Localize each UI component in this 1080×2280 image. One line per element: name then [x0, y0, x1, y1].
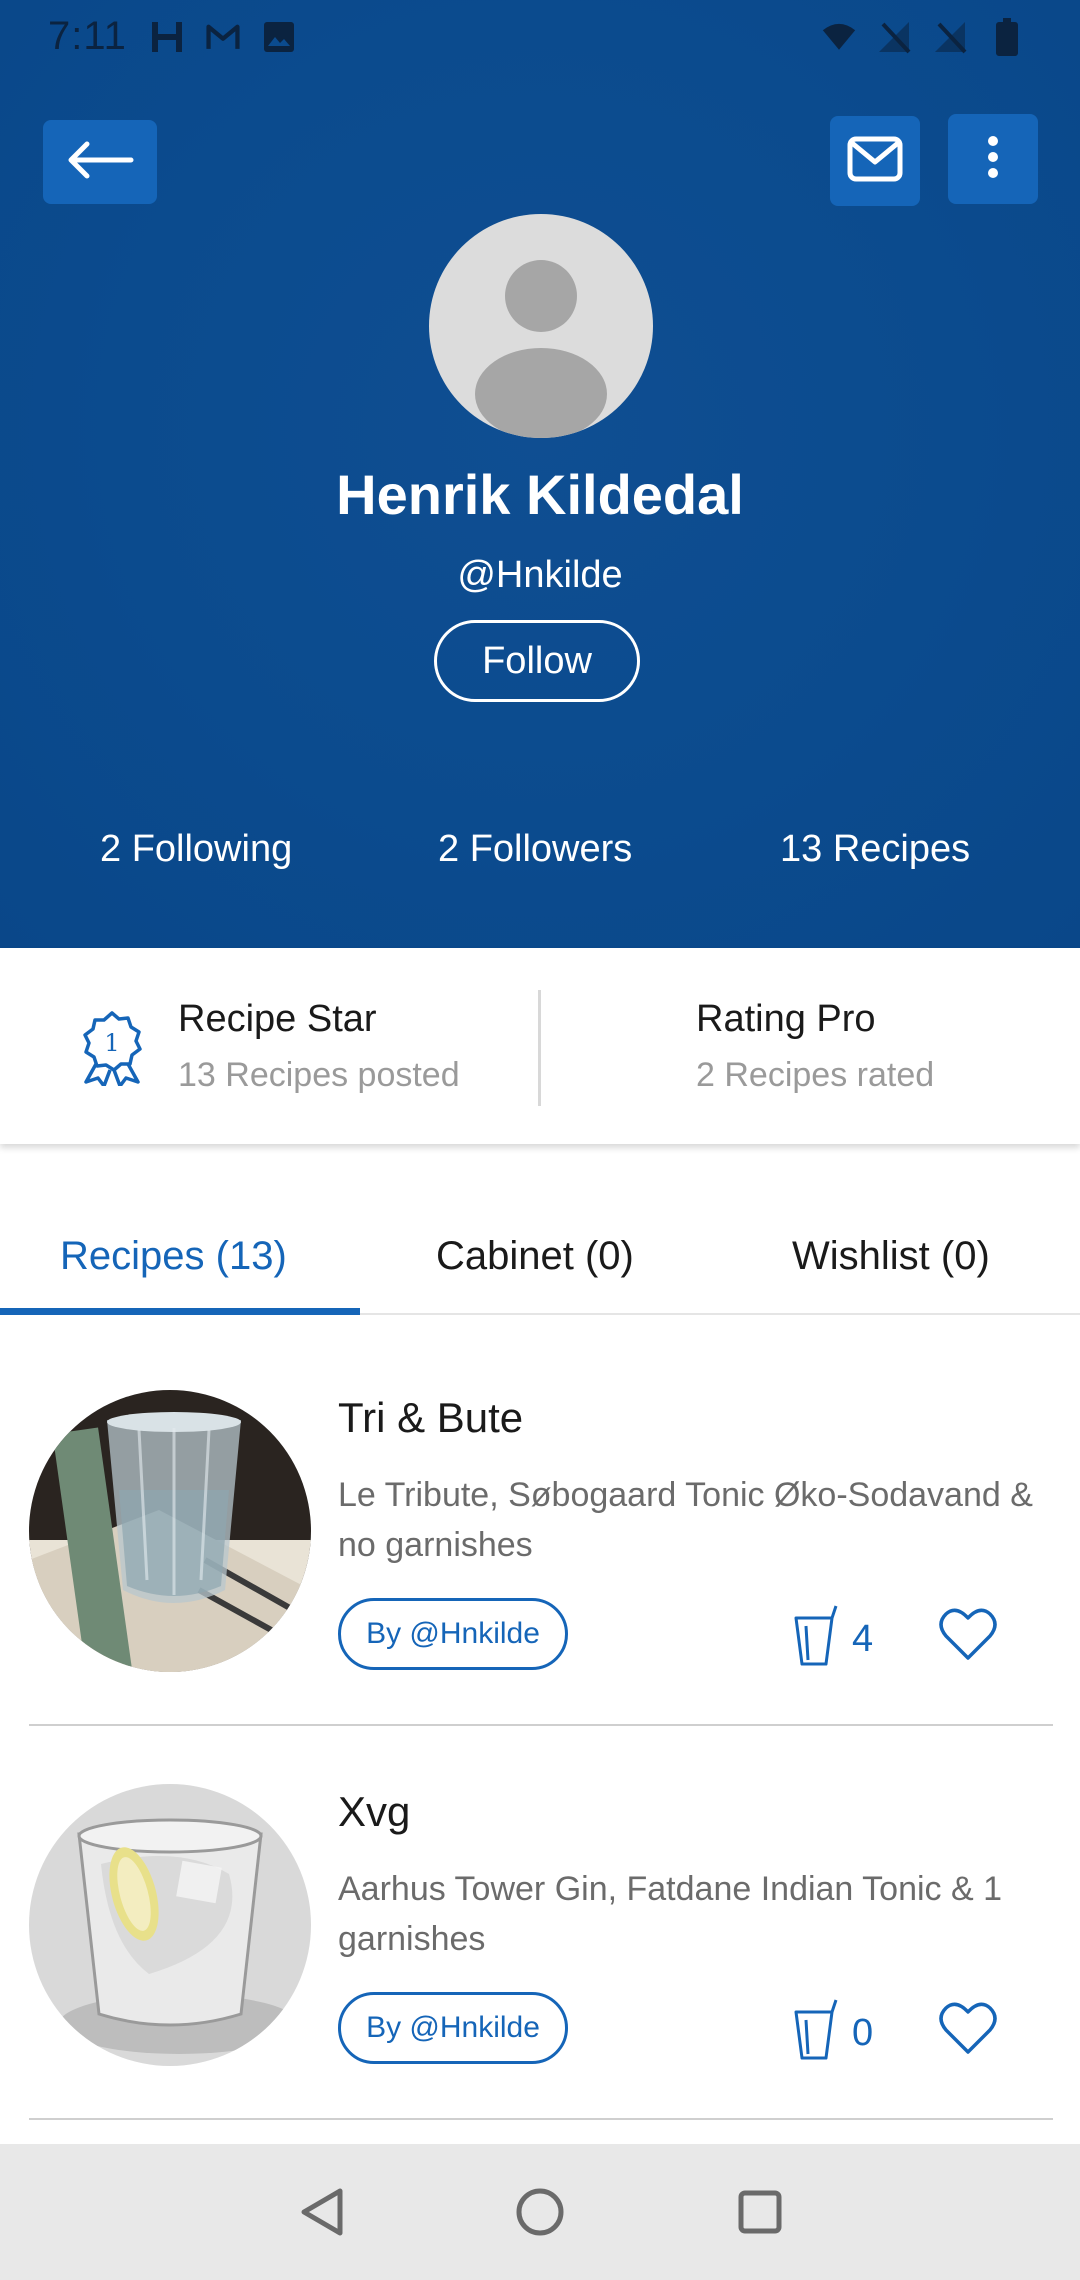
active-tab-indicator [0, 1308, 360, 1315]
recipe-image[interactable] [29, 1784, 311, 2066]
recipe-description: Aarhus Tower Gin, Fatdane Indian Tonic &… [338, 1870, 1003, 1958]
list-divider [29, 2118, 1053, 2120]
status-right-icons [822, 18, 1024, 56]
recipe-count: 4 [852, 1618, 874, 1660]
tab-cabinet[interactable]: Cabinet (0) [436, 1234, 634, 1279]
award-ribbon-icon: 1 [74, 1010, 150, 1088]
status-bar: 7:11 [0, 0, 1080, 80]
status-time: 7:11 [48, 14, 127, 58]
heart-icon[interactable] [938, 1606, 998, 1662]
badge-title-recipe-star: Recipe Star [178, 998, 377, 1040]
battery-icon [990, 18, 1024, 56]
recipe-count: 0 [852, 2012, 874, 2054]
gmail-icon [206, 18, 240, 56]
message-button[interactable] [830, 116, 920, 206]
wifi-icon [822, 18, 856, 56]
more-options-button[interactable] [948, 114, 1038, 204]
glass-icon[interactable] [792, 1604, 838, 1666]
status-left-icons [150, 18, 296, 56]
heart-icon[interactable] [938, 2000, 998, 2056]
badge-number: 1 [104, 1029, 119, 1057]
more-vertical-icon [986, 135, 1000, 184]
no-signal-icon [934, 18, 968, 56]
recipe-title[interactable]: Tri & Bute [338, 1394, 523, 1442]
recipe-title[interactable]: Xvg [338, 1788, 410, 1836]
arrow-left-icon [65, 140, 135, 185]
recents-square-icon[interactable] [732, 2184, 788, 2240]
avatar [429, 214, 653, 438]
followers-count[interactable]: 2 Followers [438, 828, 632, 871]
recipe-author-button[interactable]: By @Hnkilde [338, 1992, 568, 2064]
list-divider [29, 1724, 1053, 1726]
home-circle-icon[interactable] [512, 2184, 568, 2240]
back-triangle-icon[interactable] [294, 2184, 350, 2240]
recipes-count[interactable]: 13 Recipes [780, 828, 970, 871]
mail-icon [847, 136, 903, 187]
badge-title-rating-pro: Rating Pro [696, 998, 876, 1040]
profile-name: Henrik Kildedal [336, 463, 744, 526]
person-icon [475, 260, 607, 438]
badge-subtitle-recipe-star: 13 Recipes posted [178, 1056, 460, 1094]
recipe-description: Le Tribute, Søbogaard Tonic Øko-Sodavand… [338, 1476, 1033, 1564]
follow-button[interactable]: Follow [434, 620, 640, 702]
following-count[interactable]: 2 Following [100, 828, 292, 871]
tab-wishlist[interactable]: Wishlist (0) [792, 1234, 990, 1279]
image-icon [262, 18, 296, 56]
profile-header: 7:11 Henrik Kildedal @Hnkilde Follow 2 F… [0, 0, 1080, 948]
glass-icon[interactable] [792, 1998, 838, 2060]
badge-divider [538, 990, 541, 1106]
tab-recipes[interactable]: Recipes (13) [60, 1234, 287, 1279]
h-icon [150, 18, 184, 56]
profile-handle: @Hnkilde [457, 554, 623, 596]
no-signal-icon [878, 18, 912, 56]
back-button[interactable] [43, 120, 157, 204]
system-nav-bar [0, 2144, 1080, 2280]
recipe-author-button[interactable]: By @Hnkilde [338, 1598, 568, 1670]
badge-subtitle-rating-pro: 2 Recipes rated [696, 1056, 935, 1094]
recipe-image[interactable] [29, 1390, 311, 1672]
